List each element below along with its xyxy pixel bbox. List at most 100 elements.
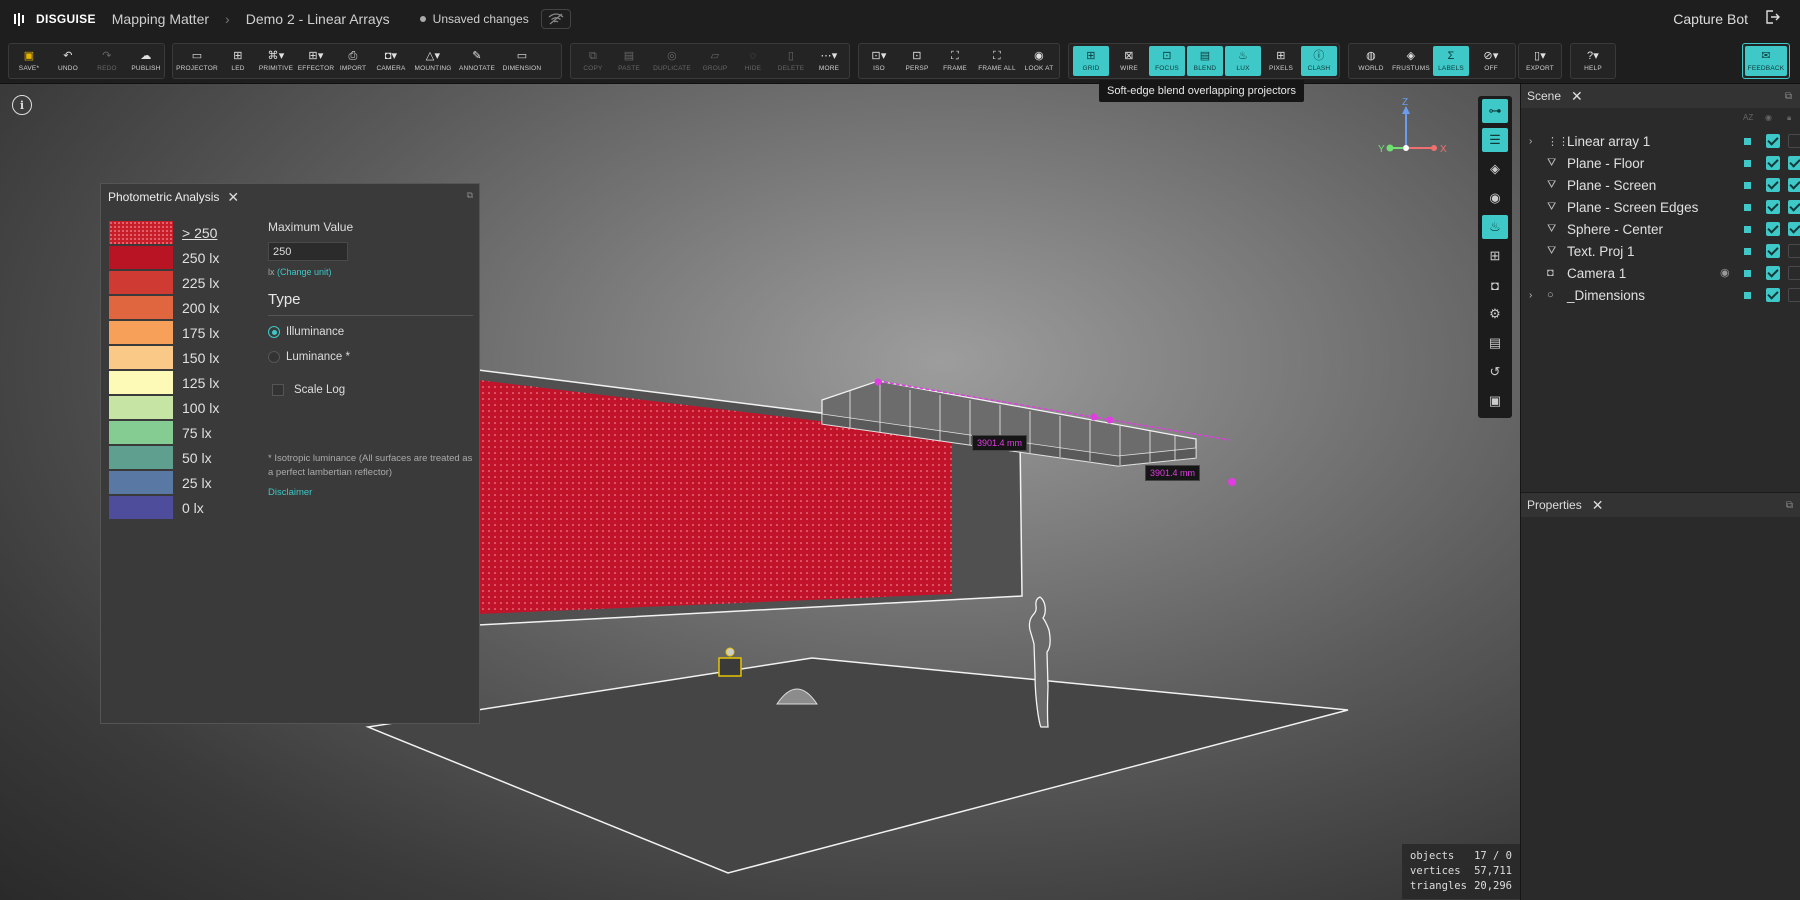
scene-tree-row[interactable]: ⛛ Plane - Screen Edges	[1521, 196, 1800, 218]
document-icon[interactable]: ▤	[1482, 331, 1508, 355]
sort-az-icon[interactable]: AZ	[1743, 113, 1753, 122]
lock-checkbox[interactable]	[1788, 156, 1800, 170]
import-button[interactable]: ⎙ IMPORT	[335, 44, 371, 78]
scene-tree-icon[interactable]: ⊶	[1482, 99, 1508, 123]
wire-button[interactable]: ⊠ WIRE	[1111, 44, 1147, 78]
floor-plane[interactable]	[365, 657, 1349, 874]
copy-button[interactable]: ⧉ COPY	[575, 44, 611, 78]
visibility-checkbox[interactable]	[1766, 244, 1780, 258]
undo-button[interactable]: ↶ UNDO	[50, 44, 86, 78]
scene-tree-row[interactable]: ⛛ Sphere - Center	[1521, 218, 1800, 240]
scene-tab[interactable]: Scene ✕ ⧉	[1521, 84, 1800, 108]
delete-button[interactable]: ▯ DELETE	[773, 44, 809, 78]
effector-button[interactable]: ⊞▾ EFFECTOR	[297, 44, 335, 78]
focus-button[interactable]: ⊡ FOCUS	[1149, 46, 1185, 76]
luminance-radio[interactable]: Luminance *	[268, 348, 473, 366]
frustums-button[interactable]: ◈ FRUSTUMS	[1391, 44, 1431, 78]
group-button[interactable]: ▱ GROUP	[697, 44, 733, 78]
disclaimer-link[interactable]: Disclaimer	[268, 487, 473, 498]
labels-button[interactable]: Σ LABELS	[1433, 46, 1469, 76]
save-button[interactable]: ▣ SAVE*	[11, 44, 47, 78]
image-icon[interactable]: ▣	[1482, 389, 1508, 413]
lock-checkbox[interactable]	[1788, 200, 1800, 214]
layers-icon[interactable]: ◈	[1482, 157, 1508, 181]
persp-button[interactable]: ⊡ PERSP	[899, 44, 935, 78]
change-unit-link[interactable]: (Change unit)	[277, 267, 332, 277]
axis-gizmo[interactable]: Z Y X	[1370, 98, 1450, 158]
settings-icon[interactable]: ⚙	[1482, 302, 1508, 326]
legend-label[interactable]: > 250	[182, 225, 217, 241]
scene-tree-row[interactable]: › ○ _Dimensions	[1521, 284, 1800, 306]
user-name[interactable]: Capture Bot	[1673, 11, 1748, 27]
properties-tab[interactable]: Properties ✕ ⧉	[1521, 493, 1800, 517]
lock-checkbox[interactable]	[1788, 288, 1800, 302]
mounting-button[interactable]: △▾ MOUNTING	[413, 44, 453, 78]
annotate-button[interactable]: ✎ ANNOTATE	[456, 44, 498, 78]
max-value-input[interactable]	[268, 242, 348, 261]
scene-tree-row[interactable]: ◘ Camera 1 ◉	[1521, 262, 1800, 284]
camera-button[interactable]: ◘▾ CAMERA	[373, 44, 409, 78]
compass-icon[interactable]: ◉	[1482, 186, 1508, 210]
lock-checkbox[interactable]	[1788, 244, 1800, 258]
grid-button[interactable]: ⊞ GRID	[1073, 46, 1109, 76]
lux-button[interactable]: ♨ LUX	[1225, 46, 1261, 76]
world-button[interactable]: ◍ WORLD	[1353, 44, 1389, 78]
sliders-icon[interactable]: ☰	[1482, 128, 1508, 152]
visibility-checkbox[interactable]	[1766, 156, 1780, 170]
scene-tree-row[interactable]: ⛛ Plane - Floor	[1521, 152, 1800, 174]
primitive-button[interactable]: ⌘▾ PRIMITIVE	[257, 44, 295, 78]
visibility-checkbox[interactable]	[1766, 178, 1780, 192]
chevron-right-icon[interactable]: ›	[1529, 290, 1543, 301]
visibility-checkbox[interactable]	[1766, 200, 1780, 214]
duplicate-button[interactable]: ◎ DUPLICATE	[649, 44, 695, 78]
info-icon[interactable]: i	[12, 95, 32, 115]
chevron-right-icon[interactable]: ›	[1529, 136, 1543, 147]
history-icon[interactable]: ↺	[1482, 360, 1508, 384]
iso-button[interactable]: ⊡▾ ISO	[861, 44, 897, 78]
projector-button[interactable]: ▭ PROJECTOR	[176, 44, 218, 78]
checkbox-icon[interactable]	[272, 384, 284, 396]
radio-unselected-icon[interactable]	[268, 351, 280, 363]
frame-all-button[interactable]: ⛶ FRAME ALL	[975, 44, 1019, 78]
scene-tree-row[interactable]: › ⋮⋮ Linear array 1	[1521, 130, 1800, 152]
popout-icon[interactable]: ⧉	[1785, 91, 1792, 102]
lock-checkbox[interactable]	[1788, 222, 1800, 236]
look-at-button[interactable]: ◉ LOOK AT	[1021, 44, 1057, 78]
radio-selected-icon[interactable]	[268, 326, 280, 338]
help-button[interactable]: ?▾ HELP	[1575, 44, 1611, 78]
breadcrumb-file[interactable]: Demo 2 - Linear Arrays	[246, 11, 390, 27]
hide-button[interactable]: ◌ HIDE	[735, 44, 771, 78]
redo-button[interactable]: ↷ REDO	[89, 44, 125, 78]
close-icon[interactable]: ✕	[1592, 497, 1604, 514]
feedback-button[interactable]: ✉ FEEDBACK	[1745, 46, 1787, 76]
scene-tree-row[interactable]: ⛛ Text. Proj 1	[1521, 240, 1800, 262]
eye-icon[interactable]: ◉	[1720, 266, 1730, 279]
close-icon[interactable]: ✕	[1571, 88, 1583, 105]
visibility-checkbox[interactable]	[1766, 134, 1780, 148]
disguise-logo[interactable]: DISGUISE	[14, 12, 96, 26]
thermometer-icon[interactable]: ♨	[1482, 215, 1508, 239]
off-button[interactable]: ⊘▾ OFF	[1473, 44, 1509, 78]
blend-button[interactable]: ▤ BLEND	[1187, 46, 1223, 76]
photometric-analysis-panel[interactable]: Photometric Analysis ✕ ⧉ > 250 250 lx 22…	[100, 183, 480, 724]
close-icon[interactable]: ✕	[227, 189, 239, 206]
led-button[interactable]: ⊞ LED	[220, 44, 256, 78]
popout-icon[interactable]: ⧉	[1786, 500, 1793, 511]
breadcrumb-project[interactable]: Mapping Matter	[112, 11, 209, 27]
camera-view-icon[interactable]: ◘	[1482, 273, 1508, 297]
lock-checkbox[interactable]	[1788, 134, 1800, 148]
pixels-button[interactable]: ⊞ PIXELS	[1263, 44, 1299, 78]
lock-checkbox[interactable]	[1788, 266, 1800, 280]
visibility-checkbox[interactable]	[1766, 222, 1780, 236]
paste-button[interactable]: ▤ PASTE	[611, 44, 647, 78]
scene-tree-row[interactable]: ⛛ Plane - Screen	[1521, 174, 1800, 196]
scale-log-checkbox[interactable]: Scale Log	[268, 384, 473, 396]
logout-icon[interactable]	[1764, 9, 1780, 29]
lock-checkbox[interactable]	[1788, 178, 1800, 192]
more-button[interactable]: ⋯▾ MORE	[811, 44, 847, 78]
wifi-off-icon[interactable]	[540, 9, 571, 29]
publish-button[interactable]: ☁ PUBLISH	[128, 44, 164, 78]
clash-button[interactable]: ⓘ CLASH	[1301, 46, 1337, 76]
illuminance-radio[interactable]: Illuminance	[268, 323, 473, 341]
dimension-button[interactable]: ▭ DIMENSION	[500, 44, 544, 78]
